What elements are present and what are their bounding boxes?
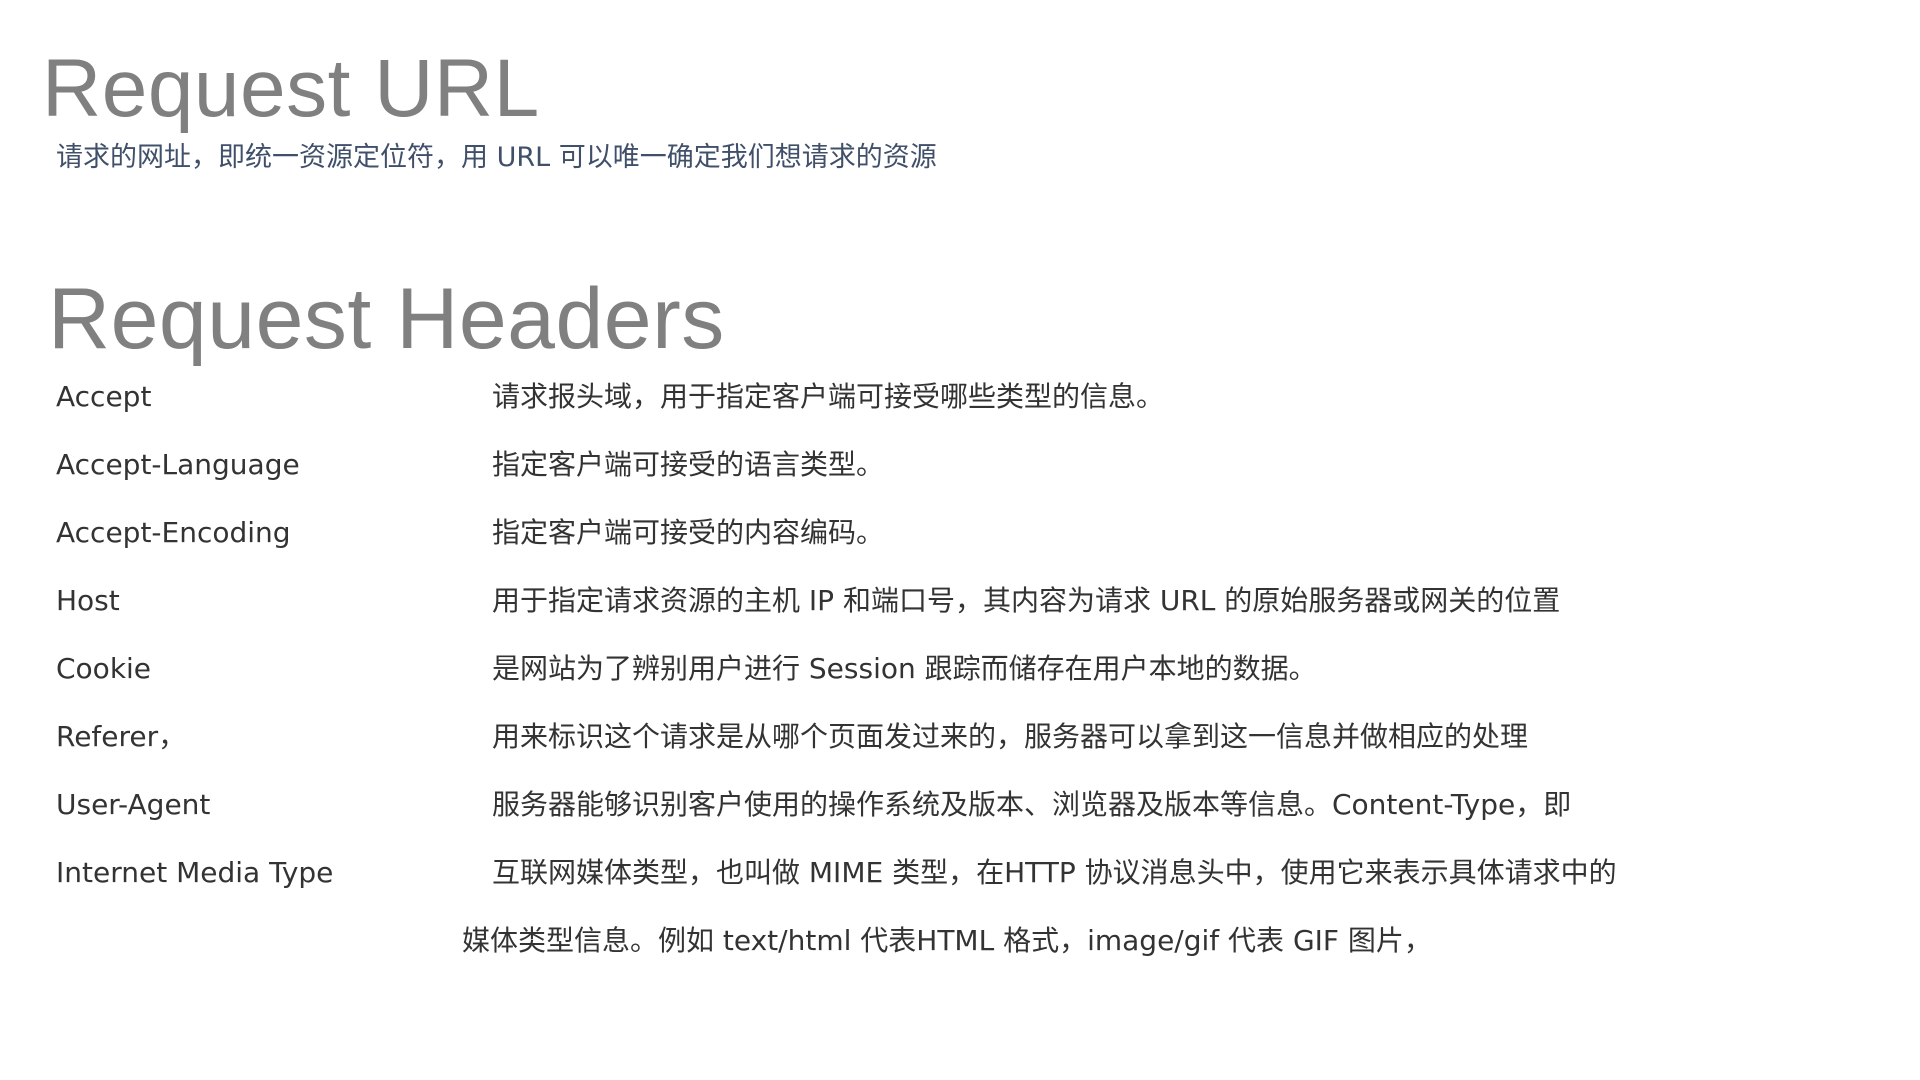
header-desc-referer: 用来标识这个请求是从哪个页面发过来的，服务器可以拿到这一信息并做相应的处理 [492,720,1529,753]
header-desc-cookie: 是网站为了辨别用户进行 Session 跟踪而储存在用户本地的数据。 [492,652,1317,685]
header-name-user-agent: User-Agent [56,788,211,821]
header-name-accept: Accept [56,380,152,413]
slide: Request URL 请求的网址，即统一资源定位符，用 URL 可以唯一确定我… [0,0,1920,1080]
request-headers-heading: Request Headers [48,271,725,367]
header-desc-accept-encoding: 指定客户端可接受的内容编码。 [492,516,885,549]
header-name-host: Host [56,584,120,617]
header-name-cookie: Cookie [56,652,152,685]
header-name-referer: Referer， [56,720,187,753]
header-desc-internet-media-type: 互联网媒体类型，也叫做 MIME 类型，在HTTP 协议消息头中，使用它来表示具… [492,856,1617,889]
header-desc-accept-language: 指定客户端可接受的语言类型。 [492,448,885,481]
header-desc-host: 用于指定请求资源的主机 IP 和端口号，其内容为请求 URL 的原始服务器或网关… [492,584,1561,617]
header-desc-continuation: 媒体类型信息。例如 text/html 代表HTML 格式，image/gif … [462,924,1432,957]
header-name-accept-encoding: Accept-Encoding [56,516,291,549]
header-desc-user-agent: 服务器能够识别客户使用的操作系统及版本、浏览器及版本等信息。Content-Ty… [492,788,1572,821]
header-name-internet-media-type: Internet Media Type [56,856,334,889]
request-url-heading: Request URL [42,43,540,134]
header-name-accept-language: Accept-Language [56,448,300,481]
request-url-description: 请求的网址，即统一资源定位符，用 URL 可以唯一确定我们想请求的资源 [56,142,937,173]
header-desc-accept: 请求报头域，用于指定客户端可接受哪些类型的信息。 [492,380,1165,413]
